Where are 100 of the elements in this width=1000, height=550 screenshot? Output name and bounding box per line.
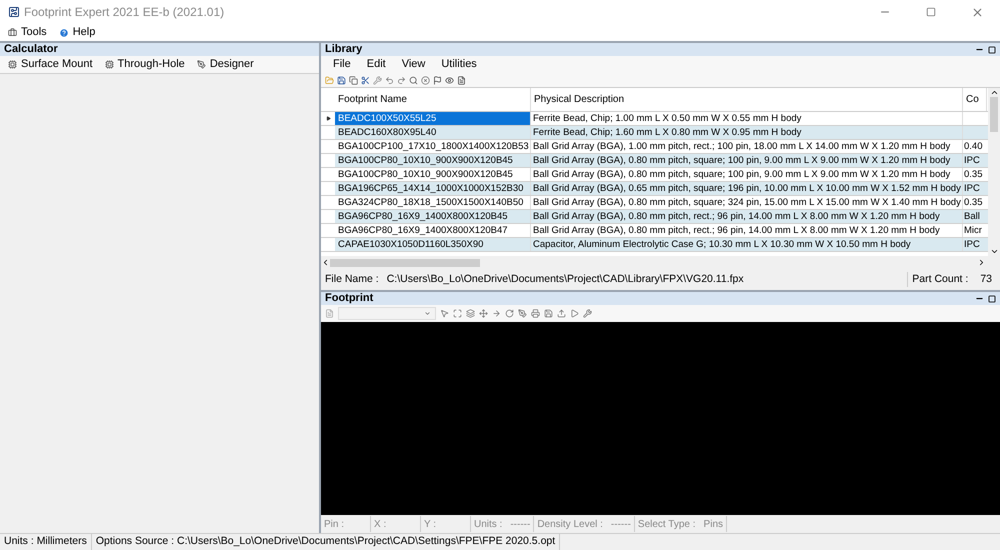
row-pointer-icon bbox=[326, 116, 330, 121]
briefcase-icon bbox=[8, 28, 17, 37]
status-field: Y : bbox=[421, 516, 471, 532]
status-field: Density Level : ------ bbox=[534, 516, 635, 532]
table-row[interactable]: BGA100CP100_17X10_1800X1400X120B53 Ball Grid Array (BGA), 1.00 mm pitch, rect.; 100 pin, 18.00 mm L X 14.00 mm W X 1.20 mm H body 0.40 bbox=[321, 140, 988, 154]
table-row[interactable]: BGA100CP80_10X10_900X900X120B45 Ball Grid Array (BGA), 0.80 mm pitch, square; 100 pin, 9.00 mm L X 9.00 mm W X 1.20 mm H body IPC bbox=[321, 154, 988, 168]
search-icon[interactable] bbox=[409, 76, 418, 84]
menu-item[interactable]: Edit bbox=[366, 56, 386, 73]
menu-item[interactable]: File bbox=[333, 56, 351, 73]
copy-icon[interactable] bbox=[349, 76, 358, 84]
table-cell-text: Ball bbox=[963, 210, 981, 223]
table-cell: Capacitor, Aluminum Electrolytic Case G; 10.30 mm L X 10.30 mm W X 10.50 mm H body bbox=[531, 238, 963, 251]
table-cell-text: 0.40 bbox=[963, 140, 984, 153]
table-cell-text: IPC bbox=[963, 182, 981, 195]
table-cell: Ball Grid Array (BGA), 1.00 mm pitch, rect.; 100 pin, 18.00 mm L X 14.00 mm W X 1.20 mm H body bbox=[531, 140, 963, 153]
column-header[interactable]: Physical Description bbox=[531, 88, 963, 111]
panel-title: Library bbox=[325, 44, 362, 55]
scrollbar-thumb[interactable] bbox=[330, 258, 480, 266]
table-row[interactable]: BGA96CP80_16X9_1400X800X120B45 Ball Grid Array (BGA), 0.80 mm pitch, rect.; 96 pin, 14.00 mm L X 8.00 mm W X 1.20 mm H body Ball bbox=[321, 210, 988, 224]
table-cell: Ball Grid Array (BGA), 0.80 mm pitch, square; 324 pin, 15.00 mm L X 15.00 mm W X 1.40 mm H body bbox=[531, 196, 963, 209]
table-row[interactable]: BGA96CP80_16X9_1400X800X120B47 Ball Grid Array (BGA), 0.80 mm pitch, rect.; 96 pin, 14.00 mm L X 8.00 mm W X 1.20 mm H body Micr bbox=[321, 224, 988, 238]
flag-icon[interactable] bbox=[433, 76, 442, 84]
table-cell: BGA100CP80_10X10_900X900X120B45 bbox=[335, 168, 531, 181]
table-cell: Ball Grid Array (BGA), 0.80 mm pitch, square; 100 pin, 9.00 mm L X 9.00 mm W X 1.20 mm H body bbox=[531, 168, 963, 181]
pen-icon bbox=[196, 60, 206, 69]
table-cell-text: 0.35 bbox=[963, 196, 984, 209]
wrench-icon[interactable] bbox=[373, 76, 382, 84]
document-icon[interactable] bbox=[457, 76, 466, 84]
table-cell: Ball Grid Array (BGA), 0.80 mm pitch, rect.; 96 pin, 14.00 mm L X 8.00 mm W X 1.20 mm H body bbox=[531, 224, 963, 237]
status-field: Select Type : Pins bbox=[634, 516, 727, 532]
table-cell: CAPAE1030X1050D1160L350X90 bbox=[335, 238, 531, 251]
column-header[interactable]: Co bbox=[963, 88, 987, 111]
menu-item[interactable]: View bbox=[402, 56, 426, 73]
table-row[interactable]: BEADC160X80X95L40 Ferrite Bead, Chip; 1.60 mm L X 0.80 mm W X 0.95 mm H body bbox=[321, 126, 988, 140]
wrench-icon[interactable] bbox=[583, 309, 592, 318]
table-cell-text: 0.35 bbox=[963, 168, 984, 181]
calculator-tab[interactable]: Surface Mount bbox=[8, 56, 93, 73]
calculator-tab[interactable]: Through-Hole bbox=[104, 56, 185, 73]
table-cell-text: Micr bbox=[963, 224, 983, 237]
table-row[interactable]: BGA324CP80_18X18_1500X1500X140B50 Ball Grid Array (BGA), 0.80 mm pitch, square; 324 pin, 15.00 mm L X 15.00 mm W X 1.40 mm H body 0.35 bbox=[321, 196, 988, 210]
table-row[interactable]: BGA100CP80_10X10_900X900X120B45 Ball Grid Array (BGA), 0.80 mm pitch, square; 100 pin, 9.00 mm L X 9.00 mm W X 1.20 mm H body 0.35 bbox=[321, 168, 988, 182]
table-cell-text: IPC bbox=[963, 238, 981, 251]
scroll-right-icon bbox=[977, 258, 986, 267]
rotate-icon[interactable] bbox=[505, 309, 514, 318]
export-icon[interactable] bbox=[557, 309, 566, 318]
window-title: Footprint Expert 2021 EE-b (2021.01) bbox=[24, 4, 224, 21]
table-cell: BGA196CP65_14X14_1000X1000X152B30 bbox=[335, 182, 531, 195]
help-icon bbox=[58, 28, 69, 38]
save-icon[interactable] bbox=[337, 76, 346, 84]
zoom-fit-icon[interactable] bbox=[453, 309, 462, 318]
scissors-icon[interactable] bbox=[361, 76, 370, 84]
layer-icon bbox=[325, 309, 334, 318]
arrow-icon[interactable] bbox=[492, 309, 501, 318]
panel-title: Calculator bbox=[4, 44, 58, 55]
redo-icon[interactable] bbox=[397, 76, 406, 84]
table-row[interactable]: CAPAE1030X1050D1160L350X90 Capacitor, Aluminum Electrolytic Case G; 10.30 mm L X 10.30 mm W X 10.50 mm H body IPC bbox=[321, 238, 988, 252]
menu-item[interactable]: Tools bbox=[8, 24, 47, 41]
status-field: Units : ------ bbox=[471, 516, 534, 532]
play-icon[interactable] bbox=[570, 309, 579, 318]
table-cell: Ball Grid Array (BGA), 0.80 mm pitch, rect.; 96 pin, 14.00 mm L X 8.00 mm W X 1.20 mm H body bbox=[531, 210, 963, 223]
folder-icon[interactable] bbox=[325, 76, 334, 84]
table-cell: BGA100CP100_17X10_1800X1400X120B53 bbox=[335, 140, 531, 153]
menu-item[interactable]: Utilities bbox=[441, 56, 477, 73]
printer-icon[interactable] bbox=[531, 309, 540, 318]
table-cell: Ball Grid Array (BGA), 0.80 mm pitch, square; 100 pin, 9.00 mm L X 9.00 mm W X 1.20 mm H body bbox=[531, 154, 963, 167]
eye-icon[interactable] bbox=[445, 76, 454, 84]
maximize-icon[interactable] bbox=[988, 46, 996, 54]
scrollbar-thumb[interactable] bbox=[990, 97, 998, 132]
menu-item[interactable]: Help bbox=[58, 24, 96, 41]
table-cell: BEADC160X80X95L40 bbox=[335, 126, 531, 139]
maximize-icon bbox=[926, 7, 936, 17]
status-bar-field: Units : Millimeters bbox=[0, 534, 92, 550]
file-name-label: File Name : bbox=[324, 272, 380, 287]
panel-title: Footprint bbox=[325, 293, 374, 304]
undo-icon[interactable] bbox=[385, 76, 394, 84]
move-icon[interactable] bbox=[479, 309, 488, 318]
table-cell: Ball Grid Array (BGA), 0.65 mm pitch, square; 196 pin, 10.00 mm L X 10.00 mm W X 1.52 mm H body bbox=[531, 182, 963, 195]
part-count-label: Part Count : bbox=[907, 272, 972, 288]
chip-icon bbox=[8, 60, 17, 69]
save-icon[interactable] bbox=[544, 309, 553, 318]
file-path: C:\Users\Bo_Lo\OneDrive\Documents\Project\CAD\Library\FPX\VG20.11.fpx bbox=[386, 272, 745, 287]
cancel-icon[interactable] bbox=[421, 76, 430, 84]
column-header[interactable]: Footprint Name bbox=[335, 88, 531, 111]
calculator-tab[interactable]: Designer bbox=[196, 56, 254, 73]
table-cell: BGA96CP80_16X9_1400X800X120B45 bbox=[335, 210, 531, 223]
vertical-scrollbar[interactable] bbox=[988, 88, 1000, 256]
status-bar-field: Options Source : C:\Users\Bo_Lo\OneDrive\Documents\Project\CAD\Settings\FPE\FPE 2020.5.opt bbox=[92, 534, 560, 550]
table-cell: Ferrite Bead, Chip; 1.00 mm L X 0.50 mm W X 0.55 mm H body bbox=[531, 112, 963, 125]
chip-icon bbox=[104, 60, 114, 69]
table-cell: Ferrite Bead, Chip; 1.60 mm L X 0.80 mm W X 0.95 mm H body bbox=[531, 126, 963, 139]
table-row[interactable]: BGA196CP65_14X14_1000X1000X152B30 Ball Grid Array (BGA), 0.65 mm pitch, square; 196 pin, 10.00 mm L X 10.00 mm W X 1.52 mm H body IPC bbox=[321, 182, 988, 196]
part-count: 73 bbox=[979, 272, 993, 287]
app-icon bbox=[8, 6, 20, 18]
close-icon bbox=[970, 6, 984, 18]
layers-icon[interactable] bbox=[466, 309, 475, 318]
pen-icon[interactable] bbox=[518, 309, 527, 318]
table-row[interactable]: BEADC100X50X55L25 Ferrite Bead, Chip; 1.00 mm L X 0.50 mm W X 0.55 mm H body bbox=[321, 112, 988, 126]
status-field: X : bbox=[371, 516, 421, 532]
maximize-icon[interactable] bbox=[988, 294, 996, 302]
pointer-icon[interactable] bbox=[440, 309, 449, 318]
